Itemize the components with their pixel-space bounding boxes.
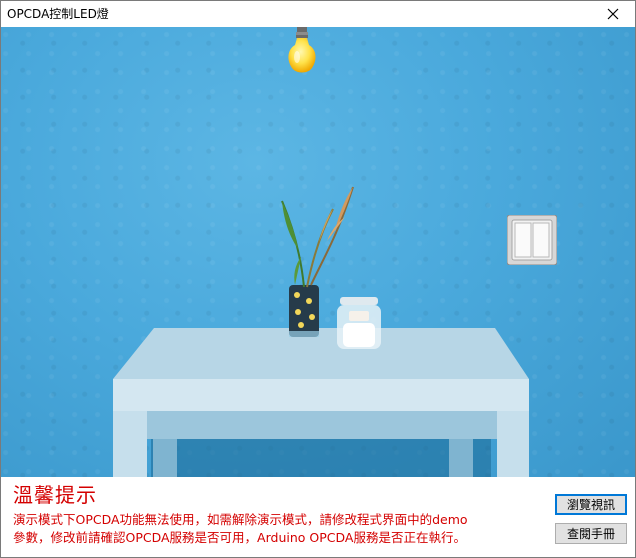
wall-switch[interactable] xyxy=(506,214,558,266)
glass-jar xyxy=(337,297,381,349)
table-leg-back-right xyxy=(449,439,473,477)
floor-shadow xyxy=(151,435,491,477)
title-bar: OPCDA控制LED燈 xyxy=(1,1,635,27)
notice-line-1: 演示模式下OPCDA功能無法使用，如需解除演示模式，請修改程式界面中的demo xyxy=(13,512,468,527)
room-scene xyxy=(1,27,635,477)
table-leg-right xyxy=(497,411,529,477)
wall-switch-icon xyxy=(506,214,558,266)
browse-video-button[interactable]: 瀏覽視訊 xyxy=(555,494,627,515)
table-apron xyxy=(143,411,499,439)
table-top xyxy=(113,328,529,379)
table-edge xyxy=(113,379,529,411)
view-manual-button[interactable]: 查閱手冊 xyxy=(555,523,627,544)
notice-panel: 溫馨提示 演示模式下OPCDA功能無法使用，如需解除演示模式，請修改程式界面中的… xyxy=(1,477,635,557)
notice-line-2: 參數，修改前請確認OPCDA服務是否可用，Arduino OPCDA服務是否正在… xyxy=(13,530,466,545)
light-bulb-icon xyxy=(288,27,316,73)
light-bulb[interactable] xyxy=(284,27,320,79)
window-title: OPCDA控制LED燈 xyxy=(7,7,109,21)
close-button[interactable] xyxy=(591,1,635,27)
table-leg-back-left xyxy=(153,439,177,477)
app-window: OPCDA控制LED燈 溫馨提示 演示模式下OPCDA功能無法使用，如需解除演示… xyxy=(0,0,636,558)
close-icon xyxy=(607,8,619,20)
notice-title: 溫馨提示 xyxy=(13,483,97,507)
table-leg-left xyxy=(113,411,147,477)
